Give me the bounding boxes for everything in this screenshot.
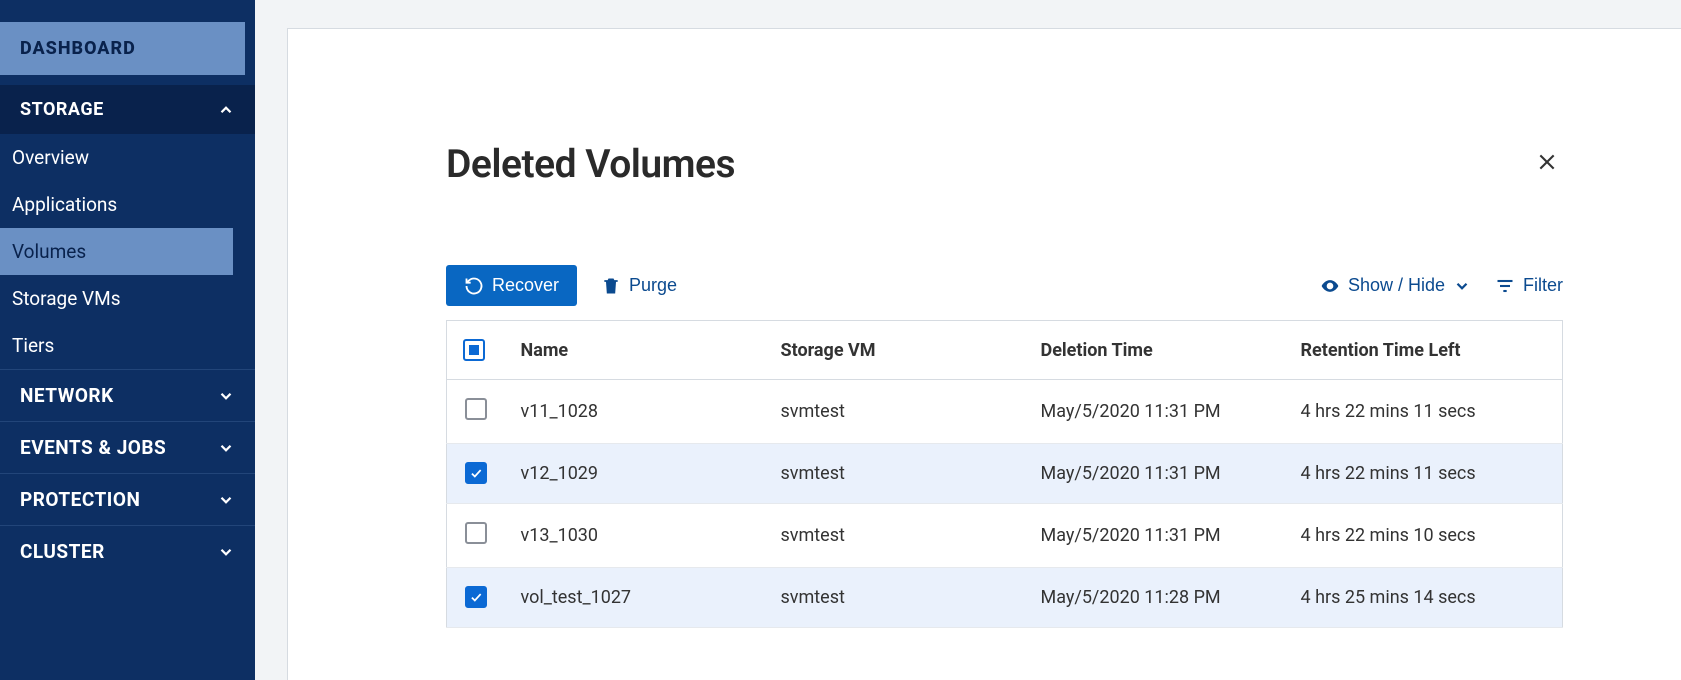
chevron-down-icon — [217, 387, 235, 405]
filter-icon — [1495, 276, 1515, 296]
recover-button[interactable]: Recover — [446, 265, 577, 306]
sidebar-item-events-jobs[interactable]: EVENTS & JOBS — [0, 421, 255, 473]
sidebar-item-dashboard[interactable]: DASHBOARD — [0, 22, 245, 75]
recover-icon — [464, 276, 484, 296]
row-checkbox[interactable] — [465, 522, 487, 544]
cell-name: v11_1028 — [505, 380, 765, 444]
sidebar-label-protection: PROTECTION — [20, 488, 140, 511]
row-checkbox[interactable] — [465, 586, 487, 608]
cell-name: v13_1030 — [505, 504, 765, 568]
select-all-checkbox[interactable] — [463, 339, 485, 361]
cell-deletion_time: May/5/2020 11:31 PM — [1025, 444, 1285, 504]
chevron-down-icon — [217, 543, 235, 561]
cell-deletion_time: May/5/2020 11:28 PM — [1025, 568, 1285, 628]
panel-header: Deleted Volumes — [446, 141, 1563, 187]
sidebar-label-events-jobs: EVENTS & JOBS — [20, 436, 166, 459]
sidebar-item-protection[interactable]: PROTECTION — [0, 473, 255, 525]
purge-label: Purge — [629, 275, 677, 296]
sidebar-item-storage-vms[interactable]: Storage VMs — [0, 275, 255, 322]
cell-retention: 4 hrs 22 mins 11 secs — [1285, 444, 1563, 504]
table-row[interactable]: v13_1030svmtestMay/5/2020 11:31 PM4 hrs … — [447, 504, 1563, 568]
cell-checkbox — [447, 504, 505, 568]
sidebar-label-dashboard: DASHBOARD — [20, 38, 136, 59]
header-name[interactable]: Name — [505, 321, 765, 380]
cell-deletion_time: May/5/2020 11:31 PM — [1025, 380, 1285, 444]
sidebar-label-applications: Applications — [12, 193, 117, 216]
sidebar-item-applications[interactable]: Applications — [0, 181, 255, 228]
sidebar-label-volumes: Volumes — [12, 240, 86, 263]
sidebar-label-overview: Overview — [12, 146, 89, 169]
cell-checkbox — [447, 568, 505, 628]
sidebar: DASHBOARD STORAGE Overview Applications … — [0, 0, 255, 680]
chevron-down-icon — [217, 439, 235, 457]
sidebar-item-overview[interactable]: Overview — [0, 134, 255, 181]
show-hide-label: Show / Hide — [1348, 275, 1445, 296]
purge-button[interactable]: Purge — [601, 275, 677, 296]
table-header-row: Name Storage VM Deletion Time Retention … — [447, 321, 1563, 380]
header-select-all — [447, 321, 505, 380]
toolbar: Recover Purge Show / Hide Filter — [446, 265, 1563, 306]
filter-label: Filter — [1523, 275, 1563, 296]
sidebar-item-storage[interactable]: STORAGE — [0, 85, 255, 134]
filter-button[interactable]: Filter — [1495, 275, 1563, 296]
show-hide-button[interactable]: Show / Hide — [1320, 275, 1471, 296]
sidebar-item-cluster[interactable]: CLUSTER — [0, 525, 255, 577]
toolbar-left: Recover Purge — [446, 265, 677, 306]
cell-svm: svmtest — [765, 504, 1025, 568]
cell-retention: 4 hrs 22 mins 10 secs — [1285, 504, 1563, 568]
close-icon — [1537, 152, 1557, 172]
cell-retention: 4 hrs 22 mins 11 secs — [1285, 380, 1563, 444]
cell-svm: svmtest — [765, 380, 1025, 444]
cell-checkbox — [447, 380, 505, 444]
header-retention[interactable]: Retention Time Left — [1285, 321, 1563, 380]
deleted-volumes-table: Name Storage VM Deletion Time Retention … — [446, 320, 1563, 628]
main-content: Deleted Volumes Recover Purge Show / — [255, 0, 1681, 680]
chevron-down-icon — [217, 491, 235, 509]
cell-svm: svmtest — [765, 444, 1025, 504]
sidebar-label-network: NETWORK — [20, 384, 114, 407]
deleted-volumes-panel: Deleted Volumes Recover Purge Show / — [287, 28, 1681, 680]
cell-deletion_time: May/5/2020 11:31 PM — [1025, 504, 1285, 568]
sidebar-label-cluster: CLUSTER — [20, 540, 105, 563]
page-title: Deleted Volumes — [446, 141, 735, 187]
row-checkbox[interactable] — [465, 398, 487, 420]
header-deletion-time[interactable]: Deletion Time — [1025, 321, 1285, 380]
sidebar-label-tiers: Tiers — [12, 334, 54, 357]
sidebar-item-tiers[interactable]: Tiers — [0, 322, 255, 369]
chevron-up-icon — [217, 101, 235, 119]
cell-retention: 4 hrs 25 mins 14 secs — [1285, 568, 1563, 628]
toolbar-right: Show / Hide Filter — [1320, 275, 1563, 296]
sidebar-label-storage-vms: Storage VMs — [12, 287, 121, 310]
sidebar-label-storage: STORAGE — [20, 99, 104, 120]
recover-label: Recover — [492, 275, 559, 296]
table-row[interactable]: v12_1029svmtestMay/5/2020 11:31 PM4 hrs … — [447, 444, 1563, 504]
eye-icon — [1320, 276, 1340, 296]
table-row[interactable]: v11_1028svmtestMay/5/2020 11:31 PM4 hrs … — [447, 380, 1563, 444]
row-checkbox[interactable] — [465, 462, 487, 484]
header-storage-vm[interactable]: Storage VM — [765, 321, 1025, 380]
cell-name: vol_test_1027 — [505, 568, 765, 628]
cell-checkbox — [447, 444, 505, 504]
sidebar-item-network[interactable]: NETWORK — [0, 369, 255, 421]
trash-icon — [601, 276, 621, 296]
table-row[interactable]: vol_test_1027svmtestMay/5/2020 11:28 PM4… — [447, 568, 1563, 628]
chevron-down-icon — [1453, 277, 1471, 295]
close-button[interactable] — [1531, 145, 1563, 183]
cell-name: v12_1029 — [505, 444, 765, 504]
cell-svm: svmtest — [765, 568, 1025, 628]
sidebar-item-volumes[interactable]: Volumes — [0, 228, 233, 275]
